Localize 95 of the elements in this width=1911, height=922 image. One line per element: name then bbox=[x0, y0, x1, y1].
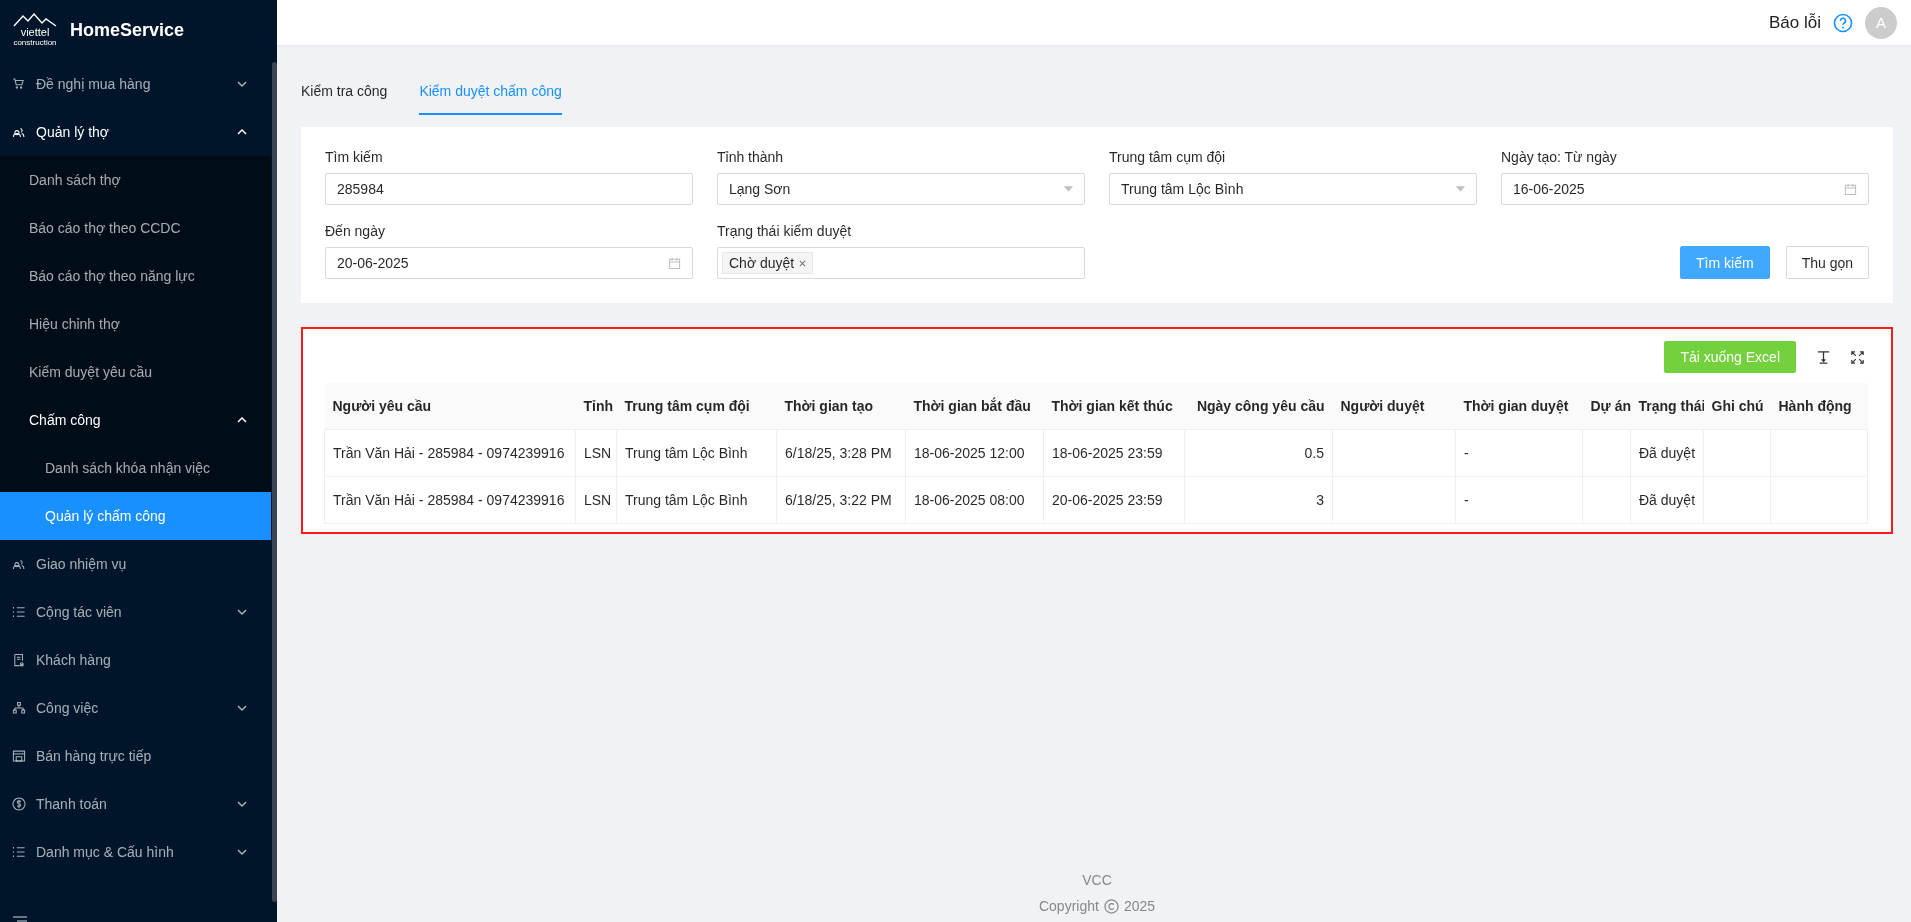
menu-item[interactable]: Công việc bbox=[0, 684, 271, 732]
menu-item[interactable]: Đề nghị mua hàng bbox=[0, 60, 271, 108]
column-header[interactable]: Ngày công yêu cầu bbox=[1184, 383, 1333, 430]
footer-company: VCC bbox=[1082, 872, 1112, 888]
caret-icon bbox=[1064, 186, 1073, 192]
column-header[interactable]: Thời gian bắt đầu bbox=[905, 383, 1044, 430]
table-cell: Trần Văn Hải - 285984 - 0974239916 bbox=[324, 476, 576, 524]
menu-item[interactable]: Hiệu chỉnh thợ bbox=[0, 300, 271, 348]
logo-subtext: construction bbox=[13, 38, 57, 47]
action-button[interactable]: Thu gọn bbox=[1785, 246, 1869, 279]
column-header[interactable]: Thời gian duyệt bbox=[1455, 383, 1583, 430]
document-icon bbox=[12, 653, 26, 667]
chevron-down-icon bbox=[237, 609, 247, 615]
menu-item[interactable]: Báo cáo thợ theo năng lực bbox=[0, 252, 271, 300]
close-icon[interactable] bbox=[799, 259, 807, 267]
table-cell: 18-06-2025 08:00 bbox=[905, 476, 1044, 524]
menu-item[interactable]: Thanh toán bbox=[0, 780, 271, 828]
tab[interactable]: Kiểm tra công bbox=[301, 83, 388, 115]
field-label: Ngày tạo: Từ ngày bbox=[1501, 149, 1618, 165]
field-label: Trung tâm cụm đội bbox=[1109, 149, 1227, 165]
table-cell: Đã duyệt bbox=[1630, 429, 1704, 477]
table-cell: 20-06-2025 23:59 bbox=[1043, 476, 1185, 524]
fullscreen-icon[interactable] bbox=[1851, 350, 1864, 364]
date-field[interactable]: 16-06-2025 bbox=[1501, 173, 1869, 205]
chevron-down-icon bbox=[237, 801, 247, 807]
mountain-icon bbox=[13, 13, 57, 27]
table-cell: Trung tâm Lộc Bình bbox=[616, 476, 777, 524]
menu-item[interactable]: Bán hàng trực tiếp bbox=[0, 732, 271, 780]
column-header[interactable]: Người duyệt bbox=[1332, 383, 1456, 430]
chevron-down-icon bbox=[237, 81, 247, 87]
menu-item[interactable]: Báo cáo thợ theo CCDC bbox=[0, 204, 271, 252]
table-cell: Trần Văn Hải - 285984 - 0974239916 bbox=[324, 429, 576, 477]
table-cell: 0.5 bbox=[1184, 429, 1333, 477]
table-cell: Đã duyệt bbox=[1630, 476, 1704, 524]
table-cell: 18-06-2025 23:59 bbox=[1043, 429, 1185, 477]
table-cell: LSN bbox=[575, 476, 617, 524]
table-cell: 3 bbox=[1184, 476, 1333, 524]
users-icon bbox=[12, 557, 26, 571]
text-height-icon[interactable] bbox=[1816, 349, 1831, 365]
chevron-up-icon bbox=[237, 417, 247, 423]
chevron-down-icon bbox=[237, 849, 247, 855]
select-field[interactable]: Trung tâm Lộc Bình bbox=[1109, 173, 1477, 205]
copyright-year: 2025 bbox=[1123, 898, 1156, 914]
status-tag: Chờ duyệt bbox=[722, 252, 814, 274]
table-cell: Trung tâm Lộc Bình bbox=[616, 429, 777, 477]
report-link[interactable]: Báo lỗi bbox=[1769, 12, 1821, 33]
dollar-icon bbox=[12, 797, 26, 811]
store-icon bbox=[12, 749, 26, 763]
menu-item[interactable]: Danh mục & Cấu hình bbox=[0, 828, 271, 876]
menu-item[interactable]: Giao nhiệm vụ bbox=[0, 540, 271, 588]
field-label: Tỉnh thành bbox=[717, 149, 785, 165]
hierarchy-icon bbox=[12, 701, 26, 715]
menu-item[interactable]: Cộng tác viên bbox=[0, 588, 271, 636]
column-header[interactable]: Thời gian tạo bbox=[776, 383, 906, 430]
column-header[interactable]: Thời gian kết thúc bbox=[1043, 383, 1185, 430]
table-cell: 18-06-2025 12:00 bbox=[905, 429, 1044, 477]
column-header[interactable]: Hành động bbox=[1770, 383, 1868, 430]
column-header[interactable]: Dự án bbox=[1582, 383, 1631, 430]
menu-item[interactable]: Kiểm duyệt yêu cầu bbox=[0, 348, 271, 396]
calendar-icon bbox=[668, 256, 681, 270]
column-header[interactable]: Trung tâm cụm đội bbox=[616, 383, 777, 430]
app-name: HomeService bbox=[70, 19, 185, 41]
menu-collapse-icon[interactable] bbox=[12, 916, 28, 922]
users-icon bbox=[12, 125, 26, 139]
table-cell: LSN bbox=[575, 429, 617, 477]
copyright-text: Copyright bbox=[1038, 898, 1099, 914]
copyright-icon bbox=[1103, 898, 1119, 914]
chevron-down-icon bbox=[237, 705, 247, 711]
list-icon bbox=[12, 605, 26, 619]
menu-item[interactable]: Quản lý thợ bbox=[0, 108, 271, 156]
cart-icon bbox=[12, 77, 26, 91]
menu-item[interactable]: Danh sách thợ bbox=[0, 156, 271, 204]
help-icon[interactable] bbox=[1833, 12, 1853, 33]
menu-item[interactable]: Chấm công bbox=[0, 396, 271, 444]
table-cell: 6/18/25, 3:28 PM bbox=[776, 429, 906, 477]
tag-select-field[interactable]: Chờ duyệt bbox=[717, 247, 1085, 279]
field-label: Tìm kiếm bbox=[325, 149, 384, 165]
table-cell: 6/18/25, 3:22 PM bbox=[776, 476, 906, 524]
menu-item[interactable]: Danh sách khóa nhận việc bbox=[0, 444, 271, 492]
table-cell: - bbox=[1455, 429, 1583, 477]
field-label: Đến ngày bbox=[325, 223, 386, 239]
date-field[interactable]: 20-06-2025 bbox=[325, 247, 693, 279]
caret-icon bbox=[1456, 186, 1465, 192]
column-header[interactable]: Người yêu cầu bbox=[324, 383, 576, 430]
field-label: Trạng thái kiểm duyệt bbox=[717, 223, 853, 239]
logo-text: viettel bbox=[20, 27, 50, 38]
select-field[interactable]: Lạng Sơn bbox=[717, 173, 1085, 205]
menu-item[interactable]: Khách hàng bbox=[0, 636, 271, 684]
column-header[interactable]: Tỉnh bbox=[575, 383, 617, 430]
chevron-up-icon bbox=[237, 129, 247, 135]
column-header[interactable]: Ghi chú bbox=[1703, 383, 1771, 430]
search-field[interactable]: 285984 bbox=[325, 173, 693, 205]
list-icon bbox=[12, 845, 26, 859]
table-cell: - bbox=[1455, 476, 1583, 524]
calendar-icon bbox=[1844, 182, 1857, 196]
